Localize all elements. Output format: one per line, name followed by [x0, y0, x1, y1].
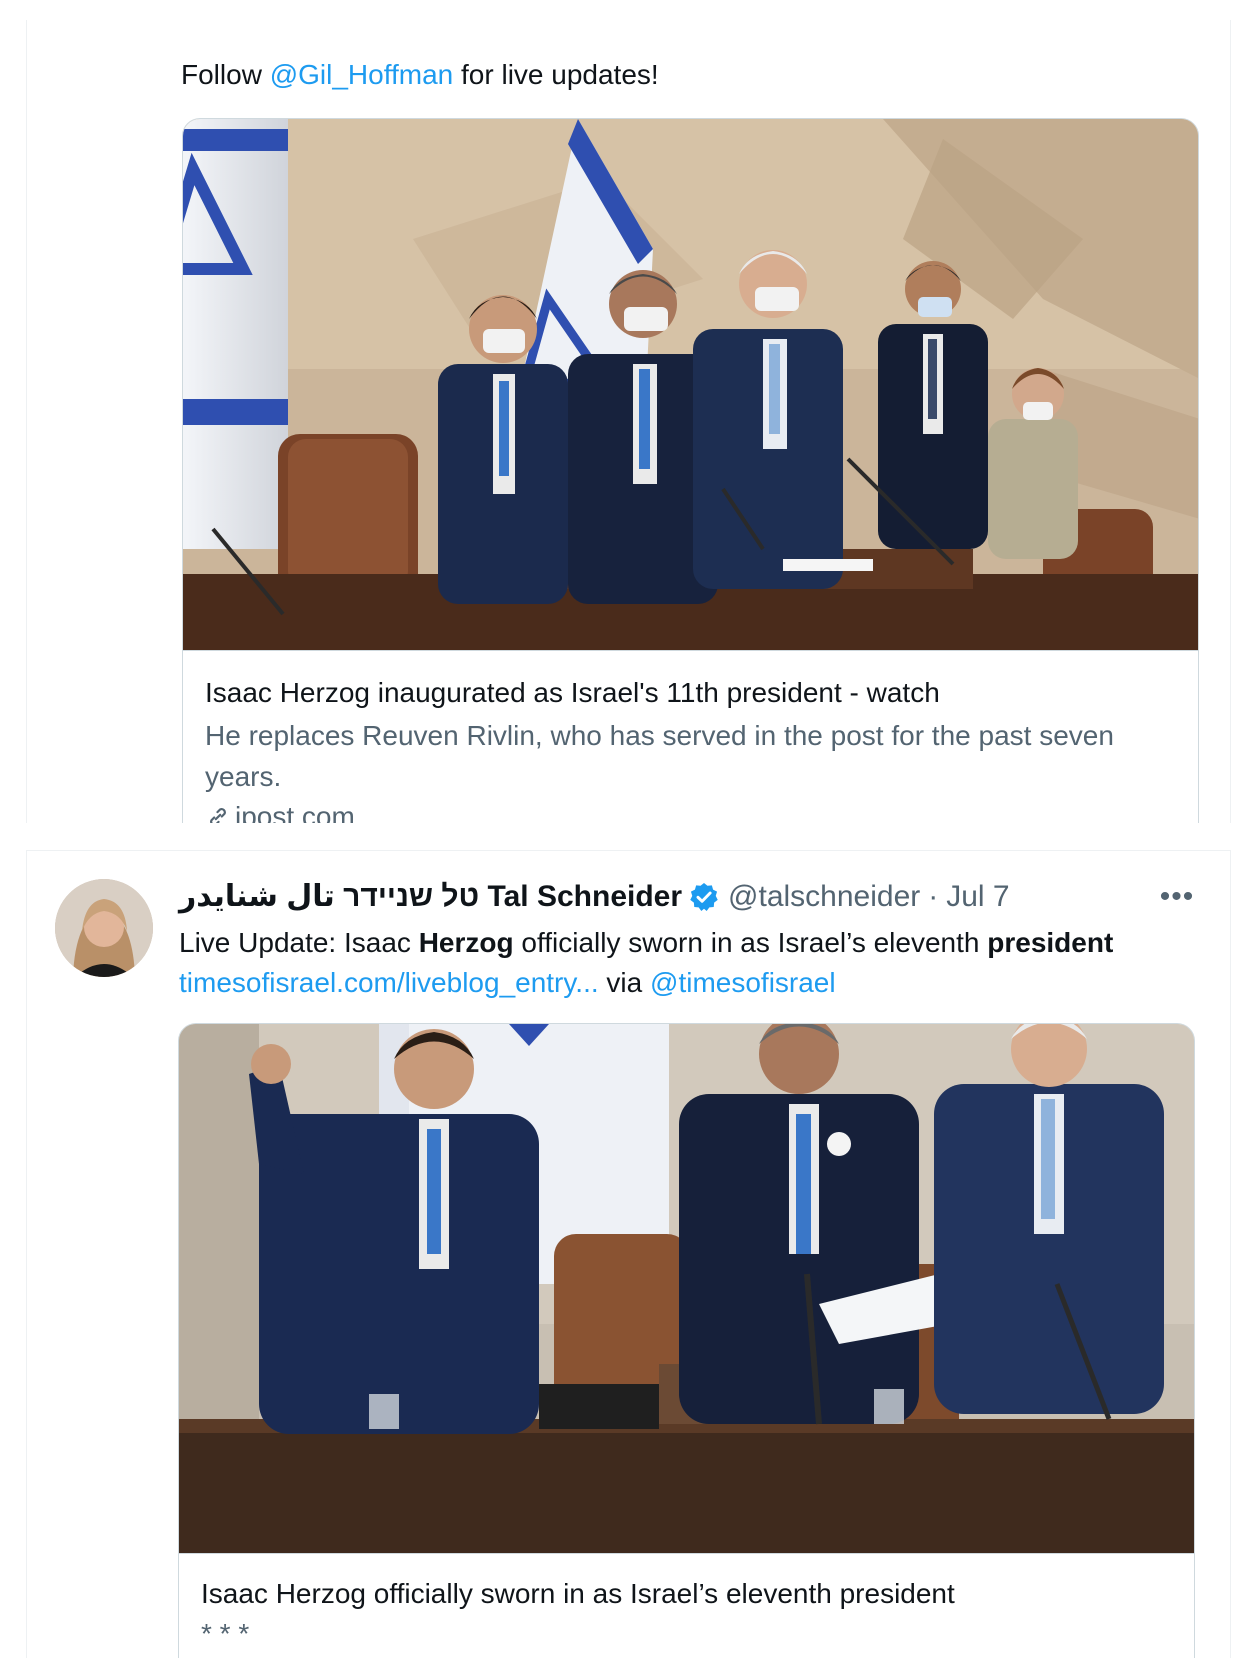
card-image-swearing-in — [179, 1024, 1194, 1554]
tweet-gil-hoffman-fragment[interactable]: Follow @Gil_Hoffman for live updates! Is… — [26, 20, 1231, 823]
tweet-text-suffix: for live updates! — [453, 59, 659, 90]
url-link[interactable]: timesofisrael.com/liveblog_entry... — [179, 967, 599, 998]
tweet-header: טל שניידר تال شنايدر Tal Schneider @tals… — [179, 877, 1010, 917]
twitter-feed-screenshot: Follow @Gil_Hoffman for live updates! Is… — [0, 0, 1244, 1658]
more-options-icon[interactable]: ••• — [1155, 877, 1199, 917]
tweet-tal-schneider[interactable]: טל שניידר تال شنايدر Tal Schneider @tals… — [26, 850, 1231, 1658]
link-card-timesofisrael[interactable]: Isaac Herzog officially sworn in as Isra… — [178, 1023, 1195, 1658]
tweet-text-prefix: Follow — [181, 59, 270, 90]
card-description: He replaces Reuven Rivlin, who has serve… — [205, 720, 1114, 792]
tweet-text: Follow @Gil_Hoffman for live updates! — [181, 56, 659, 94]
mention-link[interactable]: @timesofisrael — [650, 967, 836, 998]
tweet-text-part: Live Update: Isaac — [179, 927, 419, 958]
display-name[interactable]: טל שניידר تال شنايدر Tal Schneider — [179, 877, 682, 917]
tweet-date[interactable]: Jul 7 — [946, 877, 1009, 917]
verified-badge-icon — [690, 883, 718, 911]
mention-link[interactable]: @Gil_Hoffman — [270, 59, 454, 90]
link-card-jpost[interactable]: Isaac Herzog inaugurated as Israel's 11t… — [182, 118, 1199, 823]
avatar-image — [55, 879, 153, 977]
tweet-text-part: officially sworn in as Israel’s eleventh — [513, 927, 988, 958]
card-photo-illustration — [179, 1024, 1194, 1553]
user-handle[interactable]: @talschneider — [728, 877, 920, 917]
tweet-text-highlight: president — [987, 927, 1114, 958]
tweet-text: Live Update: Isaac Herzog officially swo… — [179, 923, 1179, 1003]
card-domain: jpost.com — [205, 799, 355, 823]
avatar[interactable] — [55, 879, 153, 977]
card-domain-text: jpost.com — [235, 801, 355, 823]
card-photo-illustration — [183, 119, 1198, 650]
card-title: Isaac Herzog officially sworn in as Isra… — [201, 1578, 955, 1609]
card-title: Isaac Herzog inaugurated as Israel's 11t… — [205, 677, 940, 708]
tweet-text-highlight: Herzog — [418, 927, 514, 958]
card-image-knesset-ceremony — [183, 119, 1198, 651]
tweet-text-part: via — [598, 967, 651, 998]
card-description: * * * — [201, 1618, 250, 1649]
link-icon — [210, 808, 226, 823]
separator-dot: · — [928, 880, 939, 913]
